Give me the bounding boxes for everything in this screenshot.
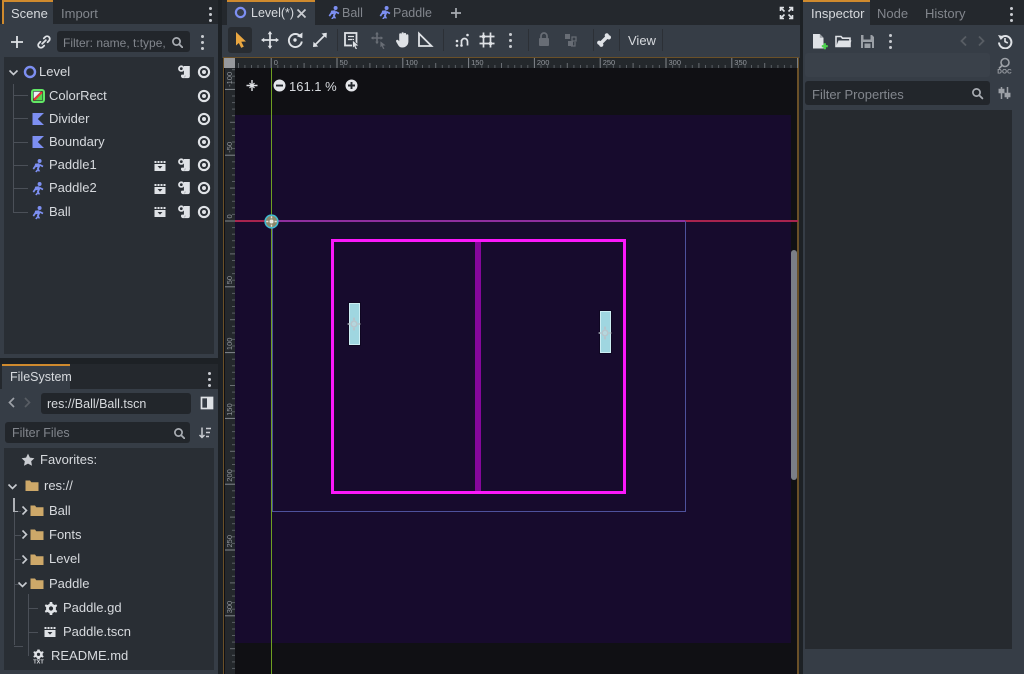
svg-text:DOC: DOC: [997, 69, 1012, 76]
svg-text:-50: -50: [225, 142, 234, 153]
svg-text:-100: -100: [225, 72, 234, 87]
svg-text:0: 0: [225, 214, 234, 218]
svg-text:300: 300: [225, 601, 234, 614]
svg-text:250: 250: [225, 535, 234, 548]
svg-text:50: 50: [225, 276, 234, 284]
svg-text:150: 150: [225, 403, 234, 416]
svg-text:200: 200: [225, 469, 234, 482]
svg-text:TXT: TXT: [33, 659, 44, 664]
svg-text:0: 0: [274, 58, 278, 67]
svg-text:100: 100: [225, 338, 234, 351]
